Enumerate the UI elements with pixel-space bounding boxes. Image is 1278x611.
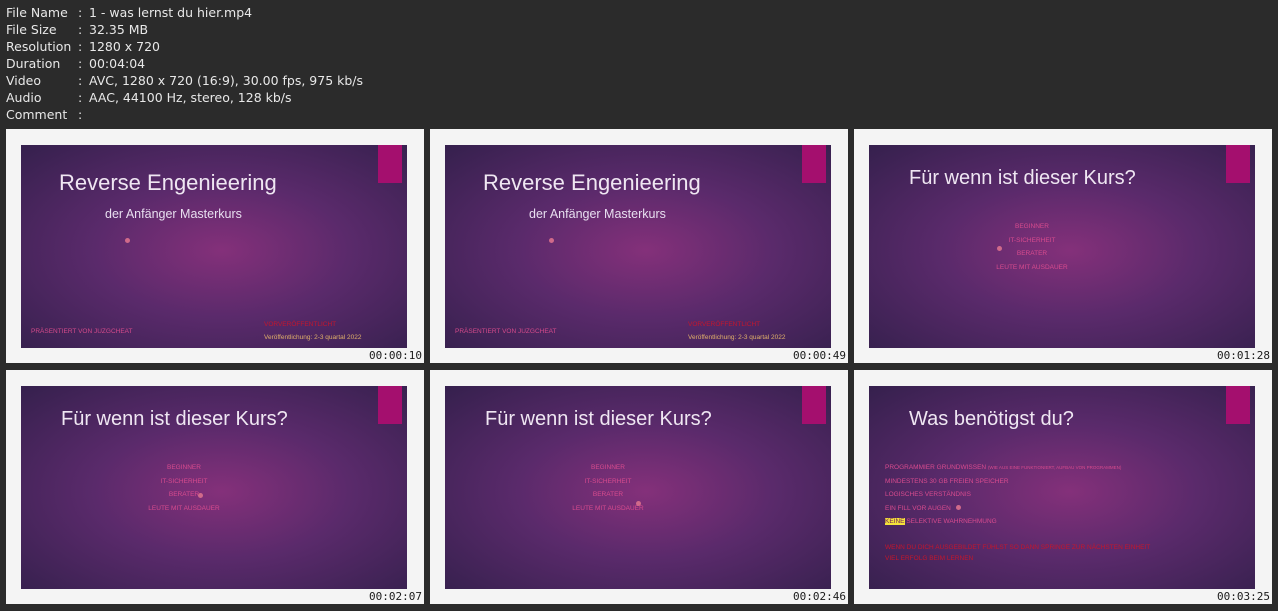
comment-row: Comment:: [6, 107, 83, 122]
thumbnail-4[interactable]: Für wenn ist dieser Kurs? BEGINNER IT-SI…: [6, 370, 424, 604]
cursor-dot: [549, 238, 554, 243]
slide-image: Für wenn ist dieser Kurs? BEGINNER IT-SI…: [445, 386, 831, 589]
timestamp: 00:00:49: [793, 349, 846, 362]
slide-title: Für wenn ist dieser Kurs?: [485, 408, 712, 430]
resolution-row: Resolution:1280 x 720: [6, 39, 161, 54]
bookmark-ribbon: [802, 386, 826, 424]
note-line-1: WENN DU DICH AUSGEBILDET FÜHLST SO DANN …: [885, 544, 1151, 551]
thumbnail-1[interactable]: Reverse Engenieering der Anfänger Master…: [6, 129, 424, 363]
slide-subtitle: der Anfänger Masterkurs: [529, 207, 666, 221]
value: AAC, 44100 Hz, stereo, 128 kb/s: [89, 90, 292, 105]
highlighted-word: KEINE: [885, 518, 905, 526]
cursor-dot: [997, 246, 1002, 251]
audience-list: BEGINNER IT-SICHERHEIT BERATER LEUTE MIT…: [144, 461, 224, 515]
cursor-dot: [198, 493, 203, 498]
slide-title: Was benötigst du?: [909, 408, 1074, 430]
value: 1280 x 720: [89, 39, 161, 54]
slide-title: Für wenn ist dieser Kurs?: [61, 408, 288, 430]
slide-image: Reverse Engenieering der Anfänger Master…: [445, 145, 831, 348]
slide-title: Reverse Engenieering: [483, 170, 701, 195]
list-item: BERATER: [1016, 250, 1048, 258]
slide-image: Was benötigst du? PROGRAMMIER GRUNDWISSE…: [869, 386, 1255, 589]
requirements-list: PROGRAMMIER GRUNDWISSEN (WIE AUS EINE FU…: [885, 461, 1121, 529]
label: Resolution: [6, 39, 72, 54]
list-item: BEGINNER: [167, 464, 201, 471]
slide-title: Reverse Engenieering: [59, 170, 277, 195]
timestamp: 00:03:25: [1217, 590, 1270, 603]
prerelease-text: VORVERÖFFENTLICHT: [264, 321, 337, 328]
value: 00:04:04: [89, 56, 146, 71]
presenter-text: PRÄSENTIERT VON JUZGCHEAT: [31, 328, 133, 335]
prerelease-text: VORVERÖFFENTLICHT: [688, 321, 761, 328]
value: 1 - was lernst du hier.mp4: [89, 5, 253, 20]
note-line-2: VIEL ERFOLG BEIM LERNEN: [885, 555, 974, 562]
bookmark-ribbon: [378, 386, 402, 424]
list-item: KEINE SELEKTIVE WAHRNEHMUNG: [885, 518, 997, 526]
release-text: Veröffentlichung: 2-3 quartal 2022: [264, 334, 362, 341]
list-item: IT-SICHERHEIT: [584, 477, 632, 485]
list-item: BEGINNER: [591, 464, 625, 471]
timestamp: 00:02:07: [369, 590, 422, 603]
duration-row: Duration:00:04:04: [6, 56, 146, 71]
list-item: BERATER: [592, 491, 624, 499]
thumbnail-2[interactable]: Reverse Engenieering der Anfänger Master…: [430, 129, 848, 363]
video-row: Video: AVC, 1280 x 720 (16:9), 30.00 fps,…: [6, 73, 364, 88]
label: File Size: [6, 22, 57, 37]
label: Audio: [6, 90, 42, 105]
value: 32.35 MB: [89, 22, 149, 37]
list-item: LOGISCHES VERSTÄNDNIS: [885, 491, 971, 499]
list-item: PROGRAMMIER GRUNDWISSEN (WIE AUS EINE FU…: [885, 464, 1122, 471]
timestamp: 00:00:10: [369, 349, 422, 362]
thumbnail-6[interactable]: Was benötigst du? PROGRAMMIER GRUNDWISSE…: [854, 370, 1272, 604]
audience-list: BEGINNER IT-SICHERHEIT BERATER LEUTE MIT…: [992, 220, 1072, 274]
list-item: IT-SICHERHEIT: [160, 477, 208, 485]
list-item-note: (WIE AUS EINE FUNKTIONIERT, AUFBAU VON P…: [987, 465, 1122, 470]
thumbnail-3[interactable]: Für wenn ist dieser Kurs? BEGINNER IT-SI…: [854, 129, 1272, 363]
bookmark-ribbon: [1226, 386, 1250, 424]
slide-subtitle: der Anfänger Masterkurs: [105, 207, 242, 221]
slide-image: Für wenn ist dieser Kurs? BEGINNER IT-SI…: [869, 145, 1255, 348]
value: AVC, 1280 x 720 (16:9), 30.00 fps, 975 k…: [89, 73, 364, 88]
bookmark-ribbon: [378, 145, 402, 183]
list-item: MINDESTENS 30 GB FREIEN SPEICHER: [885, 477, 1009, 485]
slide-image: Reverse Engenieering der Anfänger Master…: [21, 145, 407, 348]
list-item: BERATER: [168, 491, 200, 499]
bookmark-ribbon: [1226, 145, 1250, 183]
list-item: LEUTE MIT AUSDAUER: [996, 263, 1068, 271]
label: File Name: [6, 5, 68, 20]
file-name-row: File Name:1 - was lernst du hier.mp4: [6, 5, 253, 20]
label: Video: [6, 73, 42, 88]
label: Comment: [6, 107, 68, 122]
file-size-row: File Size:32.35 MB: [6, 22, 149, 37]
thumbnail-5[interactable]: Für wenn ist dieser Kurs? BEGINNER IT-SI…: [430, 370, 848, 604]
list-item: LEUTE MIT AUSDAUER: [148, 504, 220, 512]
audio-row: Audio: AAC, 44100 Hz, stereo, 128 kb/s: [6, 90, 292, 105]
bookmark-ribbon: [802, 145, 826, 183]
timestamp: 00:01:28: [1217, 349, 1270, 362]
timestamp: 00:02:46: [793, 590, 846, 603]
list-item: BEGINNER: [1015, 223, 1049, 230]
slide-title: Für wenn ist dieser Kurs?: [909, 167, 1136, 189]
cursor-dot: [125, 238, 130, 243]
presenter-text: PRÄSENTIERT VON JUZGCHEAT: [455, 328, 557, 335]
audience-list: BEGINNER IT-SICHERHEIT BERATER LEUTE MIT…: [568, 461, 648, 515]
file-info: File Name:1 - was lernst du hier.mp4 Fil…: [6, 4, 363, 123]
cursor-dot: [636, 501, 641, 506]
list-item: IT-SICHERHEIT: [1008, 236, 1056, 244]
slide-image: Für wenn ist dieser Kurs? BEGINNER IT-SI…: [21, 386, 407, 589]
list-item: EIN FILL VOR AUGEN: [885, 504, 951, 512]
label: Duration: [6, 56, 61, 71]
release-text: Veröffentlichung: 2-3 quartal 2022: [688, 334, 786, 341]
cursor-dot: [956, 505, 961, 510]
